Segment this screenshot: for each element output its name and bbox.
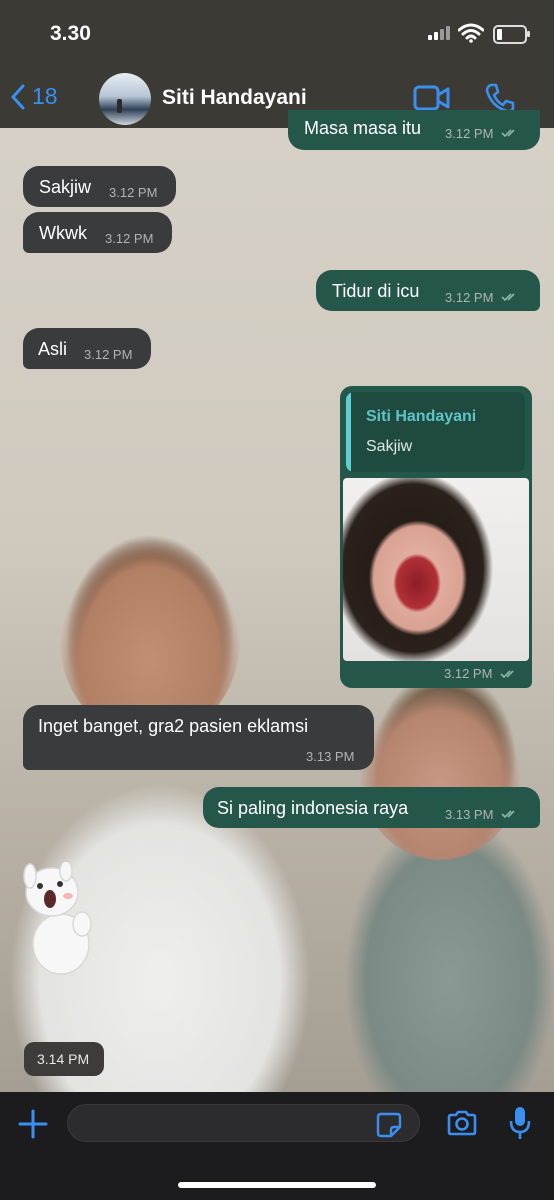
message-text: Asli xyxy=(38,339,68,359)
status-time: 3.30 xyxy=(50,22,91,45)
status-bar: 3.30 xyxy=(0,0,554,70)
message-text: Si paling indonesia raya xyxy=(217,798,409,818)
message-bubble-outgoing[interactable]: Tidur di icu 3.12 PM xyxy=(316,270,540,311)
quoted-reply-text: Sakjiw xyxy=(366,438,413,455)
message-time: 3.14 PM xyxy=(37,1051,90,1067)
message-time: 3.12 PM xyxy=(444,666,493,681)
message-text: Tidur di icu xyxy=(332,281,420,301)
message-text: Sakjiw xyxy=(39,177,92,197)
message-input[interactable] xyxy=(67,1104,420,1142)
sticker-time-badge: 3.14 PM xyxy=(24,1042,104,1076)
back-button[interactable]: 18 xyxy=(10,83,58,110)
contact-avatar[interactable] xyxy=(99,73,151,125)
message-bubble-outgoing[interactable]: Si paling indonesia raya 3.13 PM xyxy=(203,787,540,828)
home-indicator[interactable] xyxy=(178,1182,376,1188)
read-receipt-icon xyxy=(501,810,515,819)
microphone-icon[interactable] xyxy=(508,1105,532,1141)
wifi-icon xyxy=(458,23,484,43)
image-message-outgoing[interactable]: Siti Handayani Sakjiw 3.12 PM xyxy=(340,386,532,688)
message-time: 3.12 PM xyxy=(84,347,133,362)
quoted-reply-sender: Siti Handayani xyxy=(366,408,477,425)
read-receipt-icon xyxy=(501,293,515,302)
sticker-icon[interactable] xyxy=(376,1112,402,1138)
quoted-reply-bar xyxy=(346,392,351,472)
shared-photo[interactable] xyxy=(343,478,529,661)
message-text: Wkwk xyxy=(39,223,87,243)
back-chevron-icon xyxy=(11,84,25,109)
contact-name[interactable]: Siti Handayani xyxy=(162,86,307,110)
battery-icon xyxy=(493,25,530,44)
message-bubble-incoming[interactable]: Sakjiw 3.12 PM xyxy=(23,166,176,207)
video-call-icon[interactable] xyxy=(413,84,451,112)
plus-icon[interactable] xyxy=(18,1109,48,1139)
message-text: Inget banget, gra2 pasien eklamsi xyxy=(38,716,309,736)
quoted-reply[interactable]: Siti Handayani Sakjiw xyxy=(346,392,525,472)
message-time: 3.13 PM xyxy=(445,807,494,822)
read-receipt-icon xyxy=(501,129,515,138)
message-bubble-outgoing[interactable]: Masa masa itu 3.12 PM xyxy=(288,110,540,150)
message-time: 3.12 PM xyxy=(445,290,494,305)
message-bubble-incoming[interactable]: Asli 3.12 PM xyxy=(23,328,151,369)
message-bubble-incoming[interactable]: Inget banget, gra2 pasien eklamsi 3.13 P… xyxy=(23,705,374,770)
message-time: 3.12 PM xyxy=(105,231,154,246)
message-time: 3.12 PM xyxy=(445,126,494,141)
rabbit-sticker[interactable] xyxy=(22,862,100,977)
camera-icon[interactable] xyxy=(446,1109,478,1137)
wallpaper-photo-figure xyxy=(360,690,520,860)
read-receipt-icon xyxy=(500,670,514,679)
message-text: Masa masa itu xyxy=(304,118,422,138)
unread-count: 18 xyxy=(32,83,58,109)
message-time: 3.13 PM xyxy=(306,749,355,764)
message-bubble-incoming[interactable]: Wkwk 3.12 PM xyxy=(23,212,172,253)
message-time: 3.12 PM xyxy=(109,185,158,200)
